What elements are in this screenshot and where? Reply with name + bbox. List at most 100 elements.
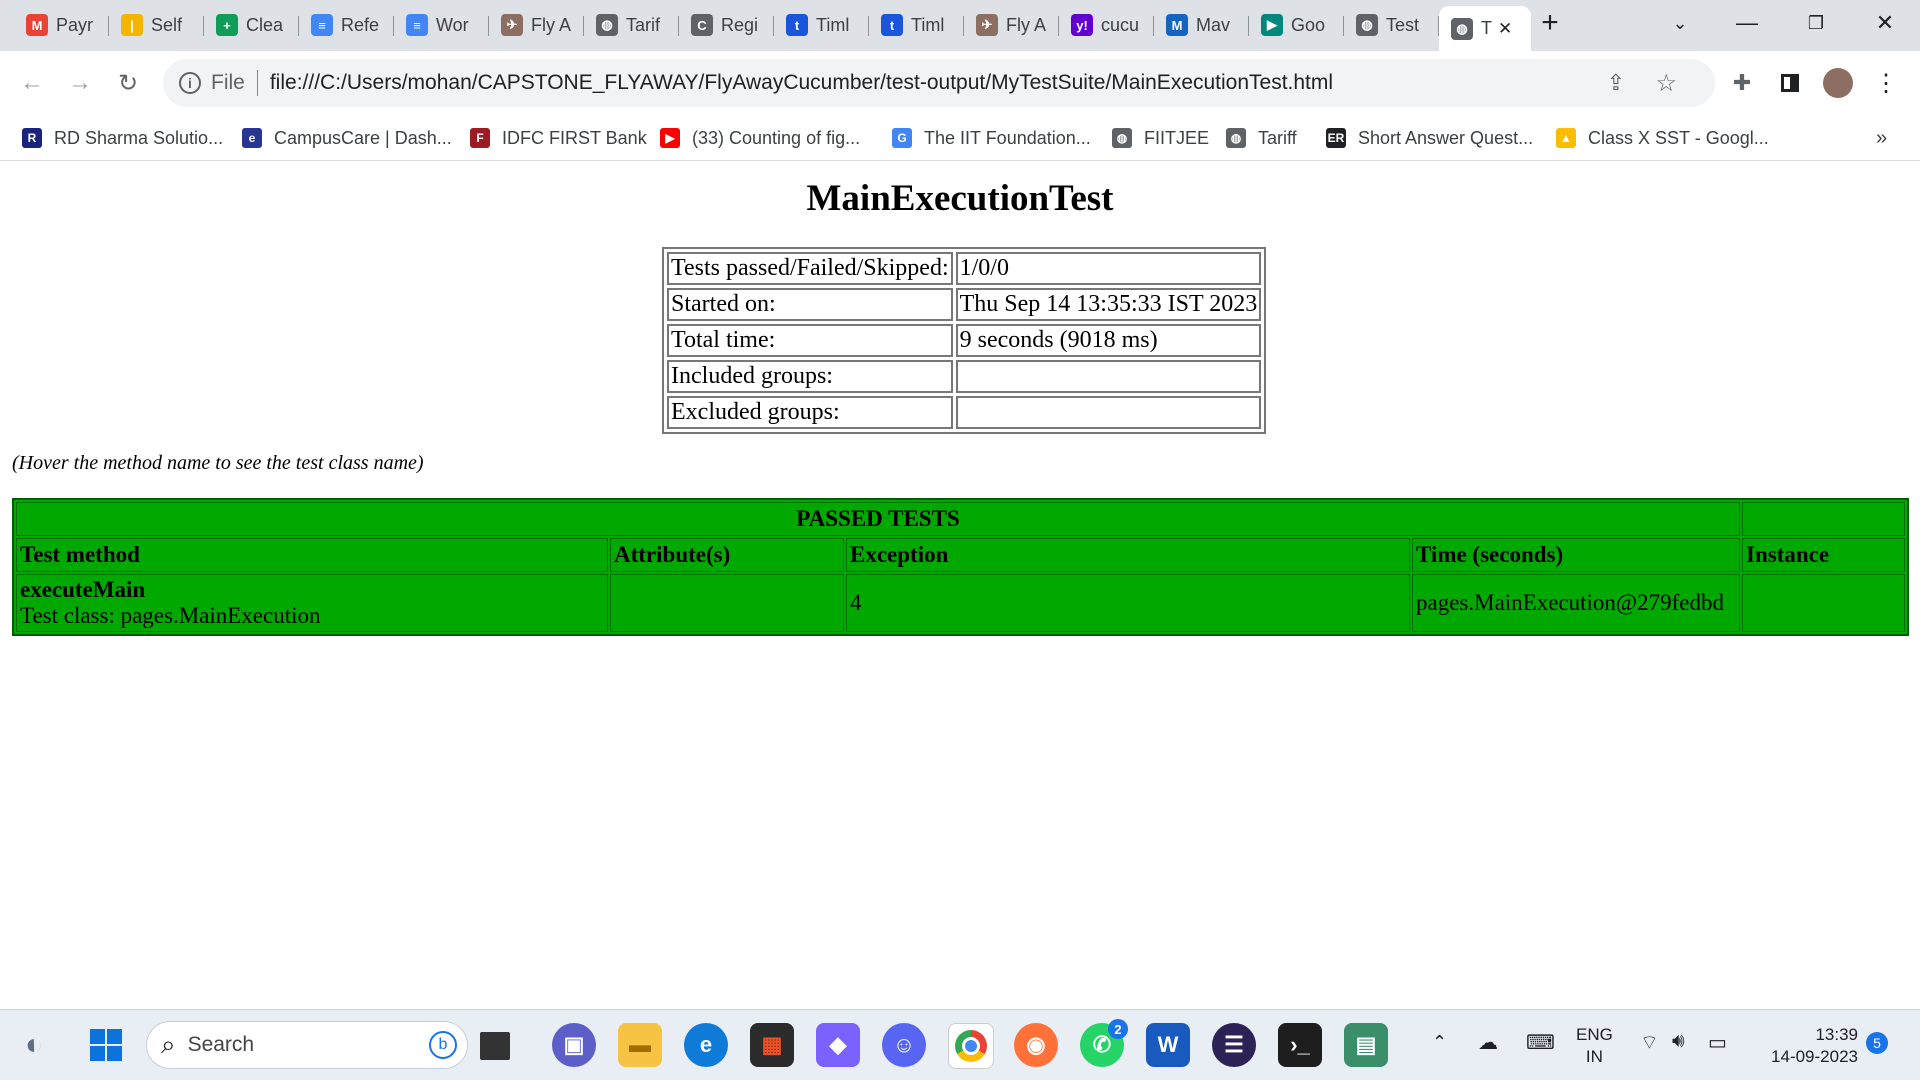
browser-tab[interactable]: t Timl — [774, 8, 869, 42]
browser-tab[interactable]: ✈ Fly A — [964, 8, 1059, 42]
globe-icon: ◍ — [1356, 14, 1378, 36]
browser-tab[interactable]: M Mav — [1154, 8, 1249, 42]
file-explorer-app[interactable]: ▬ — [618, 1023, 662, 1067]
docs-icon: ≡ — [311, 14, 333, 36]
header-attributes: Attribute(s) — [610, 538, 844, 572]
bookmark-item[interactable]: ▶ (33) Counting of fig... — [660, 125, 860, 151]
bookmark-item[interactable]: e CampusCare | Dash... — [242, 125, 452, 151]
globe-icon: ◍ — [1451, 17, 1473, 40]
browser-tab[interactable]: t Timl — [869, 8, 964, 42]
taskbar: ◐ ⌕ Search b ▣ ▬ e ▦ ◆ ☺ ◉ ✆ 2 W ☰ ›_ ▤ … — [0, 1009, 1920, 1080]
google-icon: G — [892, 128, 912, 148]
back-button[interactable]: ← — [14, 65, 50, 101]
browser-tab[interactable]: ▶ Goo — [1249, 8, 1344, 42]
reload-button[interactable]: ↻ — [110, 65, 146, 101]
close-tab-icon[interactable]: ✕ — [1498, 19, 1512, 39]
restore-button[interactable]: ❐ — [1786, 0, 1846, 46]
notification-count[interactable]: 5 — [1866, 1032, 1888, 1054]
app-window[interactable]: ▤ — [1344, 1023, 1388, 1067]
method-name[interactable]: executeMain — [20, 577, 604, 603]
address-bar[interactable]: i File file:///C:/Users/mohan/CAPSTONE_F… — [163, 59, 1715, 107]
bookmark-item[interactable]: F IDFC FIRST Bank — [470, 125, 647, 151]
browser-tab[interactable]: M Payr — [14, 8, 109, 42]
browser-tab[interactable]: ✈ Fly A — [489, 8, 584, 42]
bookmark-item[interactable]: ◍ Tariff — [1226, 125, 1297, 151]
browser-tab[interactable]: | Self — [109, 8, 204, 42]
terminal-app[interactable]: ›_ — [1278, 1023, 1322, 1067]
minimize-button[interactable]: — — [1717, 0, 1777, 46]
summary-label: Excluded groups: — [667, 396, 953, 429]
browser-tab[interactable]: ≡ Wor — [394, 8, 489, 42]
cell-attributes — [610, 574, 844, 632]
task-view-button[interactable] — [480, 1032, 510, 1060]
clock[interactable]: 13:39 14-09-2023 — [1752, 1024, 1858, 1068]
battery-icon[interactable]: ▭ — [1708, 1030, 1727, 1055]
edge-app[interactable]: e — [684, 1023, 728, 1067]
teams-app[interactable]: ▣ — [552, 1023, 596, 1067]
analytics-icon: | — [121, 14, 143, 36]
eclipse-app[interactable]: ☰ — [1212, 1023, 1256, 1067]
bookmark-item[interactable]: ER Short Answer Quest... — [1326, 125, 1533, 151]
rd-sharma-icon: R — [22, 128, 42, 148]
discord-app[interactable]: ☺ — [882, 1023, 926, 1067]
keyboard-icon[interactable]: ⌨ — [1526, 1030, 1555, 1055]
word-app[interactable]: W — [1146, 1023, 1190, 1067]
whatsapp-app[interactable]: ✆ 2 — [1080, 1019, 1128, 1067]
show-hidden-icons[interactable]: ⌃ — [1432, 1032, 1447, 1053]
plus-icon: + — [1541, 6, 1559, 39]
chrome-app[interactable] — [948, 1023, 994, 1069]
meet-icon: ▶ — [1261, 14, 1283, 36]
chevron-down-icon: ⌄ — [1672, 12, 1688, 33]
summary-value: 9 seconds (9018 ms) — [955, 324, 1262, 357]
clock-time: 13:39 — [1815, 1025, 1858, 1044]
copilot-app[interactable]: ◆ — [816, 1023, 860, 1067]
bookmark-item[interactable]: ◍ FIITJEE — [1112, 125, 1209, 151]
tab-label: Timl — [911, 14, 945, 35]
browser-tab[interactable]: ◍ Tarif — [584, 8, 679, 42]
browser-tab[interactable]: ◍ T ✕ — [1439, 6, 1531, 51]
language-indicator[interactable]: ENG IN — [1576, 1024, 1613, 1068]
browser-tab[interactable]: C Regi — [679, 8, 774, 42]
browser-tab[interactable]: ◍ Test — [1344, 8, 1439, 42]
taskbar-search[interactable]: ⌕ Search b — [146, 1021, 468, 1069]
browser-tab[interactable]: ≡ Refe — [299, 8, 394, 42]
bookmark-item[interactable]: ▲ Class X SST - Googl... — [1556, 125, 1769, 151]
volume-icon[interactable]: 🔊︎ — [1672, 1030, 1685, 1053]
browser-toolbar: ← → ↻ i File file:///C:/Users/mohan/CAPS… — [0, 51, 1920, 115]
menu-button[interactable]: ⋮ — [1868, 65, 1904, 101]
sheets-icon: + — [216, 14, 238, 36]
side-panel-button[interactable] — [1772, 65, 1808, 101]
search-placeholder: Search — [187, 1033, 255, 1056]
globe-icon: ◍ — [596, 14, 618, 36]
forward-button[interactable]: → — [62, 65, 98, 101]
browser-tab[interactable]: + Clea — [204, 8, 299, 42]
start-button[interactable] — [84, 1023, 128, 1067]
firefox-app[interactable]: ◉ — [1014, 1023, 1058, 1067]
extensions-button[interactable]: ✚ — [1724, 65, 1760, 101]
summary-value: 1/0/0 — [955, 252, 1262, 285]
clock-date: 14-09-2023 — [1771, 1047, 1858, 1066]
tab-label: Test — [1386, 14, 1420, 35]
wifi-icon[interactable]: ⌔ — [1640, 1030, 1659, 1055]
close-window-button[interactable]: ✕ — [1855, 0, 1915, 46]
onedrive-icon[interactable]: ☁ — [1478, 1030, 1498, 1055]
tab-label: Timl — [816, 14, 850, 35]
mvn-icon: M — [1166, 14, 1188, 36]
profile-button[interactable] — [1820, 65, 1856, 101]
summary-label: Started on: — [667, 288, 953, 321]
browser-tab[interactable]: y! cucu — [1059, 8, 1154, 42]
page-content: MainExecutionTest Tests passed/Failed/Sk… — [0, 161, 1920, 1009]
tab-search-button[interactable]: ⌄ — [1650, 0, 1710, 46]
bookmark-item[interactable]: G The IIT Foundation... — [892, 125, 1091, 151]
gmail-icon: M — [26, 14, 48, 36]
bookmark-item[interactable]: R RD Sharma Solutio... — [22, 125, 223, 151]
kebab-menu-icon: ⋮ — [1874, 69, 1898, 97]
store-app[interactable]: ▦ — [750, 1023, 794, 1067]
bookmark-star-icon[interactable]: ☆ — [1655, 69, 1677, 98]
more-bookmarks-button[interactable]: » — [1876, 125, 1887, 151]
new-tab-button[interactable]: + — [1520, 0, 1580, 46]
share-icon[interactable]: ⇪ — [1607, 70, 1625, 96]
tab-label: Regi — [721, 14, 759, 35]
widgets-button[interactable]: ◐ — [12, 1023, 56, 1067]
eclipse-icon: ☰ — [1224, 1032, 1244, 1057]
